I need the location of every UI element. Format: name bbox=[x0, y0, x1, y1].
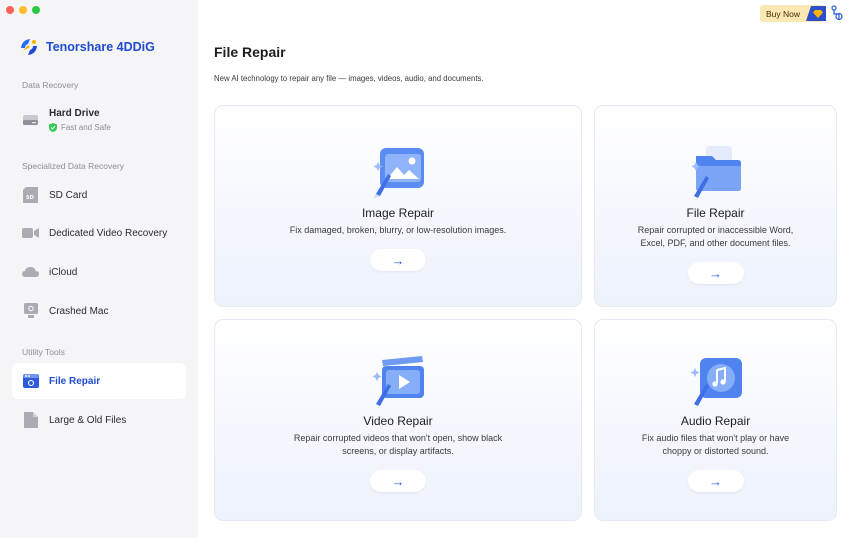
card-description-line: screens, or display artifacts. bbox=[342, 446, 454, 456]
sidebar-item-label: Crashed Mac bbox=[49, 305, 109, 317]
sidebar-item-label: Dedicated Video Recovery bbox=[49, 227, 168, 239]
section-label-specialized: Specialized Data Recovery bbox=[22, 161, 125, 171]
video-repair-icon bbox=[372, 356, 424, 406]
sd-card-icon: SD bbox=[22, 187, 39, 204]
video-repair-arrow-button[interactable]: → bbox=[370, 470, 426, 492]
sidebar-item-sd-card[interactable]: SD SD Card bbox=[12, 177, 186, 213]
window-controls bbox=[6, 6, 40, 14]
card-description-line: Fix audio files that won't play or have bbox=[641, 433, 790, 443]
section-label-data-recovery: Data Recovery bbox=[22, 80, 79, 90]
card-title: File Repair bbox=[686, 206, 745, 220]
audio-repair-arrow-button[interactable]: → bbox=[687, 470, 744, 492]
card-description-line: Repair corrupted or inaccessible Word, bbox=[637, 225, 794, 235]
sidebar-item-label: Large & Old Files bbox=[49, 414, 127, 426]
sidebar-item-label: File Repair bbox=[49, 375, 101, 387]
sidebar-item-dedicated-video-recovery[interactable]: Dedicated Video Recovery bbox=[12, 215, 186, 251]
crashed-mac-icon bbox=[22, 303, 39, 320]
main-content: Buy Now File Repair New AI technology to… bbox=[198, 0, 855, 538]
card-description: Fix damaged, broken, blurry, or low-reso… bbox=[290, 224, 506, 237]
card-description: Repair corrupted or inaccessible Word, E… bbox=[638, 224, 793, 250]
diamond-badge-icon bbox=[806, 6, 826, 21]
accessibility-key-icon[interactable] bbox=[830, 5, 844, 21]
card-title: Audio Repair bbox=[680, 414, 751, 428]
card-title: Video Repair bbox=[363, 414, 433, 428]
page-subtitle: New AI technology to repair any file — i… bbox=[214, 74, 484, 83]
sidebar-item-hard-drive[interactable]: Hard Drive Fast and Safe bbox=[12, 101, 186, 139]
zoom-window-button[interactable] bbox=[32, 6, 40, 14]
video-camera-icon bbox=[22, 225, 39, 242]
hard-drive-status: Fast and Safe bbox=[49, 123, 111, 132]
card-description-line: Repair corrupted videos that won't open,… bbox=[293, 433, 503, 443]
card-description-line: choppy or distorted sound. bbox=[662, 446, 769, 456]
brand: Tenorshare 4DDiG bbox=[18, 36, 155, 58]
app-name: Tenorshare 4DDiG bbox=[46, 40, 155, 54]
sidebar: Tenorshare 4DDiG Data Recovery Hard Driv… bbox=[0, 0, 198, 538]
audio-repair-card[interactable]: Audio Repair Fix audio files that won't … bbox=[594, 319, 837, 521]
card-description: Repair corrupted videos that won't open,… bbox=[294, 432, 502, 458]
app-logo-icon bbox=[21, 39, 37, 55]
svg-text:SD: SD bbox=[26, 195, 34, 201]
folder-repair-icon bbox=[691, 146, 741, 198]
sidebar-item-icloud[interactable]: iCloud bbox=[12, 254, 186, 290]
sidebar-item-label: iCloud bbox=[49, 266, 78, 278]
minimize-window-button[interactable] bbox=[19, 6, 27, 14]
page-title: File Repair bbox=[214, 44, 286, 60]
image-repair-card[interactable]: Image Repair Fix damaged, broken, blurry… bbox=[214, 105, 582, 307]
close-window-button[interactable] bbox=[6, 6, 14, 14]
shield-check-icon bbox=[49, 123, 57, 132]
image-repair-icon bbox=[373, 148, 424, 198]
card-description: Fix audio files that won't play or have … bbox=[642, 432, 789, 458]
section-label-utility: Utility Tools bbox=[22, 347, 65, 357]
video-repair-card[interactable]: Video Repair Repair corrupted videos tha… bbox=[214, 319, 582, 521]
sidebar-item-label: Hard Drive bbox=[49, 108, 100, 119]
file-icon bbox=[22, 412, 39, 429]
sidebar-item-large-old-files[interactable]: Large & Old Files bbox=[12, 402, 186, 438]
icloud-icon bbox=[22, 264, 39, 281]
sidebar-item-crashed-mac[interactable]: Crashed Mac bbox=[12, 293, 186, 329]
status-text: Fast and Safe bbox=[61, 123, 111, 132]
buy-now-label: Buy Now bbox=[766, 8, 801, 19]
buy-now-button[interactable]: Buy Now bbox=[760, 5, 826, 22]
file-repair-card[interactable]: File Repair Repair corrupted or inaccess… bbox=[594, 105, 837, 307]
card-description-line: Fix damaged, broken, blurry, or low-reso… bbox=[289, 225, 507, 235]
image-repair-arrow-button[interactable]: → bbox=[370, 249, 426, 271]
sidebar-item-file-repair[interactable]: File Repair bbox=[12, 363, 186, 399]
file-repair-icon bbox=[22, 373, 39, 390]
card-title: Image Repair bbox=[361, 206, 435, 220]
file-repair-arrow-button[interactable]: → bbox=[687, 262, 744, 284]
hard-drive-icon bbox=[22, 112, 39, 129]
card-description-line: Excel, PDF, and other document files. bbox=[640, 238, 791, 248]
audio-repair-icon bbox=[690, 358, 742, 406]
sidebar-item-label: SD Card bbox=[49, 189, 88, 201]
